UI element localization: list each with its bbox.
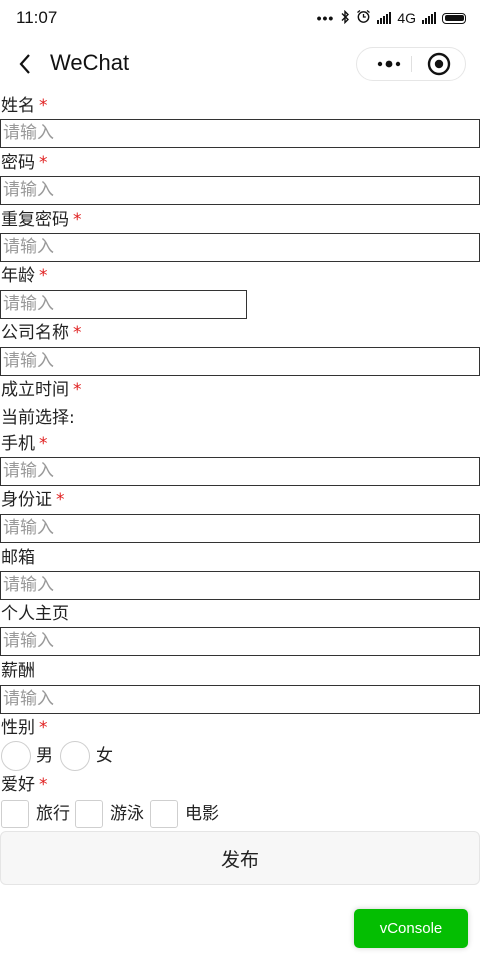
company-input[interactable]: 请输入 bbox=[0, 347, 480, 376]
password-input[interactable]: 请输入 bbox=[0, 176, 480, 205]
homepage-input[interactable]: 请输入 bbox=[0, 627, 480, 656]
back-icon[interactable] bbox=[16, 52, 36, 76]
capsule-divider bbox=[411, 56, 412, 72]
status-icons: ••• 4G bbox=[317, 8, 466, 28]
founded-label[interactable]: 成立时间 * bbox=[1, 379, 82, 401]
hobby-checkbox-movie[interactable] bbox=[150, 800, 178, 828]
vconsole-button[interactable]: vConsole bbox=[354, 909, 468, 948]
name-input[interactable]: 请输入 bbox=[0, 119, 480, 148]
age-input[interactable]: 请输入 bbox=[0, 290, 247, 319]
password-label: 密码 * bbox=[1, 153, 48, 173]
salary-label: 薪酬 bbox=[1, 661, 35, 681]
status-time: 11:07 bbox=[16, 8, 58, 27]
id-card-input[interactable]: 请输入 bbox=[0, 514, 480, 543]
page-title: WeChat bbox=[50, 50, 130, 75]
network-type: 4G bbox=[397, 10, 416, 26]
alarm-icon bbox=[356, 9, 371, 27]
hobby-option-movie-label[interactable]: 电影 bbox=[185, 803, 219, 825]
name-label: 姓名 * bbox=[1, 96, 48, 116]
salary-input[interactable]: 请输入 bbox=[0, 685, 480, 714]
repeat-password-label: 重复密码 * bbox=[1, 210, 82, 230]
battery-icon bbox=[442, 12, 466, 24]
company-label: 公司名称 * bbox=[1, 323, 82, 343]
more-notifications-icon: ••• bbox=[316, 10, 335, 26]
age-label: 年龄 * bbox=[1, 266, 48, 286]
mini-program-capsule bbox=[356, 47, 466, 81]
gender-label: 性别 * bbox=[1, 718, 48, 738]
phone-label: 手机 * bbox=[1, 434, 48, 454]
gender-option-male-label[interactable]: 男 bbox=[36, 745, 53, 767]
gender-radio-female[interactable] bbox=[60, 741, 90, 771]
current-selection-text: 当前选择: bbox=[1, 408, 75, 428]
hobby-checkbox-travel[interactable] bbox=[1, 800, 29, 828]
id-card-label: 身份证 * bbox=[1, 490, 65, 510]
gender-radio-male[interactable] bbox=[1, 741, 31, 771]
more-options-icon[interactable] bbox=[367, 48, 411, 80]
hobby-option-swimming-label[interactable]: 游泳 bbox=[110, 803, 144, 825]
signal-icon bbox=[377, 12, 392, 24]
close-mini-program-icon[interactable] bbox=[413, 48, 465, 80]
hobby-label: 爱好 * bbox=[1, 775, 48, 795]
bluetooth-icon bbox=[340, 9, 350, 27]
email-input[interactable]: 请输入 bbox=[0, 571, 480, 600]
signal-icon-2 bbox=[422, 12, 436, 24]
homepage-label: 个人主页 bbox=[1, 604, 69, 624]
nav-bar: WeChat bbox=[0, 36, 480, 92]
email-label: 邮箱 bbox=[1, 548, 35, 568]
status-bar: 11:07 ••• 4G bbox=[0, 0, 480, 36]
phone-input[interactable]: 请输入 bbox=[0, 457, 480, 486]
gender-option-female-label[interactable]: 女 bbox=[96, 745, 113, 767]
hobby-checkbox-swimming[interactable] bbox=[75, 800, 103, 828]
hobby-option-travel-label[interactable]: 旅行 bbox=[36, 803, 70, 825]
publish-button[interactable]: 发布 bbox=[0, 831, 480, 885]
repeat-password-input[interactable]: 请输入 bbox=[0, 233, 480, 262]
